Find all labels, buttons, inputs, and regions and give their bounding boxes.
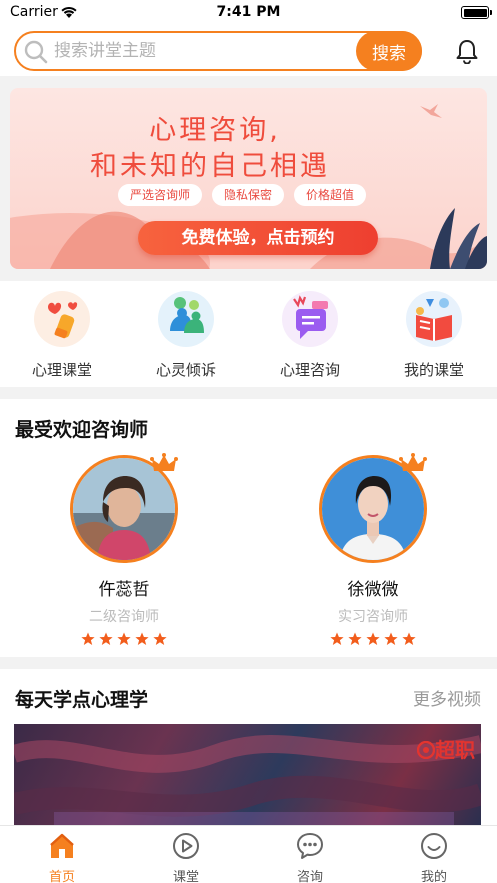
banner-section: 心理咨询, 和未知的自己相遇 严选咨询师 隐私保密 价格超值 免费体验，点击预约 [0, 76, 497, 281]
star-icon [384, 632, 398, 645]
star-icon [153, 632, 167, 645]
star-icon [330, 632, 344, 645]
book-icon [406, 291, 462, 347]
tab-label: 课堂 [172, 870, 199, 883]
rating-stars [293, 632, 453, 646]
counselor-name: 仵蕊哲 [98, 580, 150, 600]
search-input[interactable] [54, 33, 354, 69]
promo-banner[interactable]: 心理咨询, 和未知的自己相遇 严选咨询师 隐私保密 价格超值 免费体验，点击预约 [10, 88, 487, 269]
brand-logo-icon [416, 740, 436, 760]
banner-title-line1: 心理咨询, [149, 115, 281, 146]
category-heart-talk[interactable]: 心灵倾诉 [124, 291, 248, 380]
counselor-card[interactable]: 徐微微 实习咨询师 [293, 453, 453, 646]
banner-tags: 严选咨询师 隐私保密 价格超值 [118, 184, 367, 206]
video-texture [14, 735, 481, 825]
status-bar: Carrier 7:41 PM [0, 0, 497, 26]
tab-classroom[interactable]: 课堂 [146, 832, 226, 883]
notification-bell-icon[interactable] [455, 38, 479, 68]
category-grid: 心理课堂 心灵倾诉 心理咨询 我的课堂 [0, 281, 497, 387]
home-icon [50, 833, 74, 858]
star-icon [135, 632, 149, 645]
category-my-class[interactable]: 我的课堂 [372, 291, 496, 380]
more-videos-link[interactable]: 更多视频 [413, 685, 481, 710]
people-chat-icon [158, 291, 214, 347]
search-box[interactable]: 搜索 [14, 31, 422, 71]
tab-bar: 首页 课堂 咨询 我的 [0, 825, 497, 883]
battery-icon [461, 6, 492, 19]
tab-consult[interactable]: 咨询 [270, 832, 350, 883]
tab-label: 首页 [48, 870, 75, 883]
free-trial-button[interactable]: 免费体验，点击预约 [138, 221, 378, 255]
counselor-level: 二级咨询师 [89, 609, 159, 625]
banner-title-line2: 和未知的自己相遇 [90, 151, 330, 182]
video-thumbnail[interactable]: 超职 [14, 724, 481, 825]
category-label: 心理咨询 [279, 361, 340, 379]
play-icon [173, 833, 199, 859]
star-icon [99, 632, 113, 645]
counselor-name: 徐微微 [347, 580, 399, 600]
top-bar: 搜索 [0, 26, 497, 76]
brush-icon [34, 291, 90, 347]
search-icon [24, 40, 48, 68]
daily-psychology-section: 每天学点心理学 更多视频 超职 [0, 669, 497, 825]
star-icon [117, 632, 131, 645]
clock: 7:41 PM [216, 4, 281, 20]
counselor-level: 实习咨询师 [338, 609, 408, 625]
chat-icon [297, 833, 323, 859]
counselor-card[interactable]: 仵蕊哲 二级咨询师 [44, 453, 204, 646]
crown-icon [150, 453, 178, 479]
banner-tag: 严选咨询师 [118, 184, 203, 206]
category-counseling[interactable]: 心理咨询 [248, 291, 372, 380]
brand-logo-text: 超职 [435, 738, 475, 762]
smile-icon [421, 833, 447, 859]
chat-bubble-icon [282, 291, 338, 347]
rating-stars [44, 632, 204, 646]
tab-label: 咨询 [296, 870, 323, 883]
section-title: 每天学点心理学 [15, 689, 149, 711]
star-icon [402, 632, 416, 645]
search-button[interactable]: 搜索 [356, 31, 422, 71]
category-label: 心灵倾诉 [155, 361, 216, 379]
star-icon [81, 632, 95, 645]
popular-counselors-section: 最受欢迎咨询师 仵蕊哲 二级咨询师 徐微微 实习咨询师 [0, 399, 497, 657]
crown-icon [399, 453, 427, 479]
tab-mine[interactable]: 我的 [394, 832, 474, 883]
star-icon [348, 632, 362, 645]
video-brand-logo: 超职 [416, 734, 475, 763]
section-title: 最受欢迎咨询师 [15, 419, 149, 441]
category-label: 心理课堂 [31, 361, 92, 379]
banner-tag: 价格超值 [294, 184, 367, 206]
banner-tag: 隐私保密 [212, 184, 285, 206]
tab-label: 我的 [420, 870, 447, 883]
star-icon [366, 632, 380, 645]
category-label: 我的课堂 [403, 361, 464, 379]
tab-home[interactable]: 首页 [22, 832, 102, 883]
category-psych-class[interactable]: 心理课堂 [0, 291, 124, 380]
